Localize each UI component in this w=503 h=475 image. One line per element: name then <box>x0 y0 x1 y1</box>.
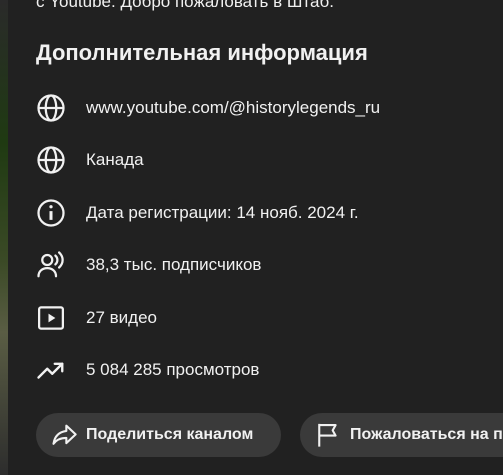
country-label: Канада <box>86 150 144 169</box>
share-channel-button[interactable]: Поделиться каналом <box>36 413 281 457</box>
videos-count: 27 видео <box>86 308 157 327</box>
subscribers-count: 38,3 тыс. подписчиков <box>86 255 262 274</box>
registration-date: Дата регистрации: 14 нояб. 2024 г. <box>86 203 359 222</box>
country-row: Канада <box>36 140 503 180</box>
section-title: Дополнительная информация <box>36 40 368 65</box>
channel-link[interactable]: www.youtube.com/@historylegends_ru <box>86 98 380 118</box>
report-channel-label: Пожаловаться на п <box>350 426 503 443</box>
globe-icon <box>36 142 72 178</box>
share-channel-label: Поделиться каналом <box>86 426 254 443</box>
views-row: 5 084 285 просмотров <box>36 350 503 390</box>
videos-row: 27 видео <box>36 298 503 338</box>
flag-icon <box>314 421 342 449</box>
registration-row: Дата регистрации: 14 нояб. 2024 г. <box>36 193 503 233</box>
subscribers-row: 38,3 тыс. подписчиков <box>36 245 503 285</box>
video-icon <box>36 300 72 336</box>
about-panel: с Youtube. Добро пожаловать в Штаб. Допо… <box>8 0 503 475</box>
background-thumbnail-edge <box>0 0 8 475</box>
channel-description-tail: с Youtube. Добро пожаловать в Штаб. <box>36 0 334 11</box>
report-channel-button[interactable]: Пожаловаться на п <box>300 413 503 457</box>
info-icon <box>36 195 72 231</box>
channel-link-row[interactable]: www.youtube.com/@historylegends_ru <box>36 88 503 128</box>
trending-icon <box>36 352 72 388</box>
views-count: 5 084 285 просмотров <box>86 360 260 379</box>
share-icon <box>50 421 78 449</box>
globe-icon <box>36 90 72 126</box>
subscribers-icon <box>36 247 72 283</box>
